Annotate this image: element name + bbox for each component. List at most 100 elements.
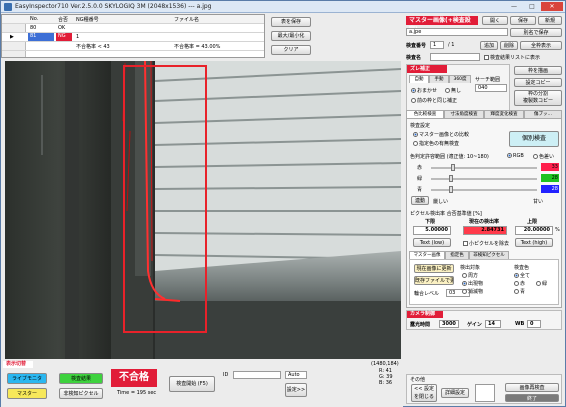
lower-field[interactable]: 5.00000 xyxy=(413,226,451,235)
inspection-image[interactable] xyxy=(5,61,401,359)
individual-inspect-button[interactable]: 個別検査 xyxy=(509,131,559,147)
all-frames-button[interactable]: 全枠表示 xyxy=(520,41,562,50)
radio-auto[interactable]: おまかせ xyxy=(411,87,437,94)
radio-specified-color[interactable]: 指定色の有無検査 xyxy=(413,140,459,147)
draw-frame-button[interactable]: 枠を描画 xyxy=(514,66,562,75)
minimize-button[interactable]: — xyxy=(505,2,523,11)
master-view-button[interactable]: マスター xyxy=(7,388,47,399)
non-detect-pixel-button[interactable]: 非検知ピクセル xyxy=(59,388,103,399)
setting-copy-button[interactable]: 設定コピー xyxy=(514,78,562,87)
blue-slider-knob[interactable] xyxy=(449,186,453,193)
tab-brightness[interactable]: 輝度変化検査 xyxy=(484,110,524,118)
inspection-result-button[interactable]: 検査結果 xyxy=(59,373,103,384)
strict-label: 厳しい xyxy=(433,199,449,205)
tab-non-detect[interactable]: 非検知ピクセル xyxy=(469,251,509,259)
open-button[interactable]: 開く xyxy=(482,16,508,25)
tab-dimension[interactable]: 寸法角度検査 xyxy=(444,110,484,118)
close-settings-button[interactable]: << 設定を閉じる xyxy=(411,384,437,402)
red-value: 33 xyxy=(541,163,559,171)
app-icon xyxy=(4,3,12,11)
col-file-header: ファイル名 xyxy=(174,17,200,23)
tab-specified-color[interactable]: 指定色 xyxy=(445,251,469,259)
tab-auto[interactable]: 自動 xyxy=(409,75,429,83)
upper-label: 上限 xyxy=(527,219,538,225)
master-filename-field[interactable]: a.jpe xyxy=(406,28,508,36)
tab-scratch[interactable]: 傷ブッ… xyxy=(524,110,562,118)
wb-field[interactable]: 0 xyxy=(527,320,541,328)
delete-button[interactable]: 削除 xyxy=(500,41,518,50)
color-range-label: 色判定許容範囲 (適正値: 10~180) xyxy=(410,154,489,160)
radio-icon xyxy=(413,132,418,137)
help-icon[interactable] xyxy=(475,384,495,402)
radio-icon xyxy=(514,289,519,294)
maximize-button[interactable]: □ xyxy=(523,2,541,11)
tab-360[interactable]: 360度 xyxy=(449,75,471,83)
radio-rgb[interactable]: RGB xyxy=(507,153,524,159)
tab-master-image[interactable]: マスター画像 xyxy=(409,251,445,259)
radio-color-all[interactable]: 全て xyxy=(514,272,530,279)
radio-color-green[interactable]: 緑 xyxy=(536,280,547,287)
settings-button[interactable]: 設定>> xyxy=(285,383,307,397)
green-slider[interactable] xyxy=(431,178,537,180)
table-row[interactable]: 80 OK xyxy=(2,24,264,33)
reinspect-image-button[interactable]: 画像再検査 xyxy=(505,383,559,392)
text-high-button[interactable]: Text (high) xyxy=(515,238,553,247)
green-slider-knob[interactable] xyxy=(449,175,453,182)
master-sub-panel: 現在画像に更新 既存ファイルで更新 輪合レベル 03 検出対象 周方 出現物 消… xyxy=(409,259,559,305)
tab-color-compare[interactable]: 色比較検査 xyxy=(406,110,444,118)
blue-slider[interactable] xyxy=(431,189,537,191)
text-low-button[interactable]: Text (low) xyxy=(413,238,451,247)
live-monitor-button[interactable]: ライブモニタ xyxy=(7,373,47,384)
clear-button[interactable]: クリア xyxy=(271,45,311,55)
radio-periphery[interactable]: 周方 xyxy=(462,272,478,279)
save-table-button[interactable]: 表を保存 xyxy=(271,17,311,27)
gain-label: ゲイン xyxy=(467,322,482,328)
radio-emit[interactable]: 出現物 xyxy=(462,280,483,287)
end-button[interactable]: 終了 xyxy=(505,394,559,402)
cell-file: 不合格率 = 43.00% xyxy=(174,44,221,50)
radio-color-blue[interactable]: 青 xyxy=(514,288,525,295)
cell-no: 81 xyxy=(28,33,54,41)
exposure-field[interactable]: 3000 xyxy=(439,320,459,328)
link-button[interactable]: 連動 xyxy=(411,196,429,205)
inspect-name-field[interactable] xyxy=(430,53,480,61)
inspection-frame[interactable] xyxy=(123,65,207,333)
radio-prev-same[interactable]: 前の枠と同じ補正 xyxy=(411,97,457,104)
save-as-button[interactable]: 別名で保存 xyxy=(510,28,562,37)
radio-color-diff[interactable]: 色差い xyxy=(533,153,554,160)
camera-control-group: カメラ制御 露光時間 3000 ゲイン 14 WB 0 xyxy=(406,310,562,330)
detail-settings-button[interactable]: 詳細設定 xyxy=(441,388,469,398)
close-button[interactable]: ✕ xyxy=(541,2,563,11)
save-master-button[interactable]: 保存 xyxy=(510,16,536,25)
radio-none[interactable]: 無し xyxy=(445,87,461,94)
bottom-panel: 表示切替 ライブモニタ 検査結果 マスター 非検知ピクセル 不合格 Time =… xyxy=(1,361,403,407)
new-button[interactable]: 新規 xyxy=(538,16,562,25)
percent-label: % xyxy=(555,227,560,233)
radio-color-red[interactable]: 赤 xyxy=(514,280,525,287)
auto-select[interactable]: Auto xyxy=(285,371,307,379)
inspect-start-button[interactable]: 検査開始 (F5) xyxy=(169,376,215,392)
inspect-number-field[interactable]: 1 xyxy=(430,41,444,49)
small-pixel-checkbox[interactable]: 小ピクセルを除去 xyxy=(463,240,509,247)
maximize-list-button[interactable]: 最大/最小化 xyxy=(271,31,311,41)
table-row[interactable]: 不合格率 < 43 不合格率 = 43.00% xyxy=(2,42,264,51)
show-in-list-checkbox[interactable]: 検査結果リストに表示 xyxy=(484,54,540,61)
gain-field[interactable]: 14 xyxy=(485,320,501,328)
blue-value: 28 xyxy=(541,185,559,193)
red-slider[interactable] xyxy=(431,167,537,169)
update-from-file-button[interactable]: 既存ファイルで更新 xyxy=(414,276,454,285)
red-slider-knob[interactable] xyxy=(451,164,455,171)
upper-field[interactable]: 20.00000 xyxy=(515,226,553,235)
id-field[interactable] xyxy=(233,371,281,379)
add-button[interactable]: 追加 xyxy=(480,41,498,50)
small-pixel-label: 小ピクセルを除去 xyxy=(469,241,510,247)
search-range-select[interactable]: 040 xyxy=(475,84,507,92)
split-frame-button[interactable]: 枠の分割 複製数コピー xyxy=(514,90,562,106)
update-current-image-button[interactable]: 現在画像に更新 xyxy=(414,264,454,273)
tab-manual[interactable]: 手動 xyxy=(429,75,449,83)
cell-ng: 不合格率 < 43 xyxy=(76,44,110,50)
radio-icon xyxy=(536,281,541,286)
table-row[interactable]: ▶ 81 NG 1 xyxy=(2,33,264,42)
radio-vanish[interactable]: 消滅物 xyxy=(462,288,483,295)
radio-master-compare[interactable]: マスター画像との比較 xyxy=(413,131,469,138)
